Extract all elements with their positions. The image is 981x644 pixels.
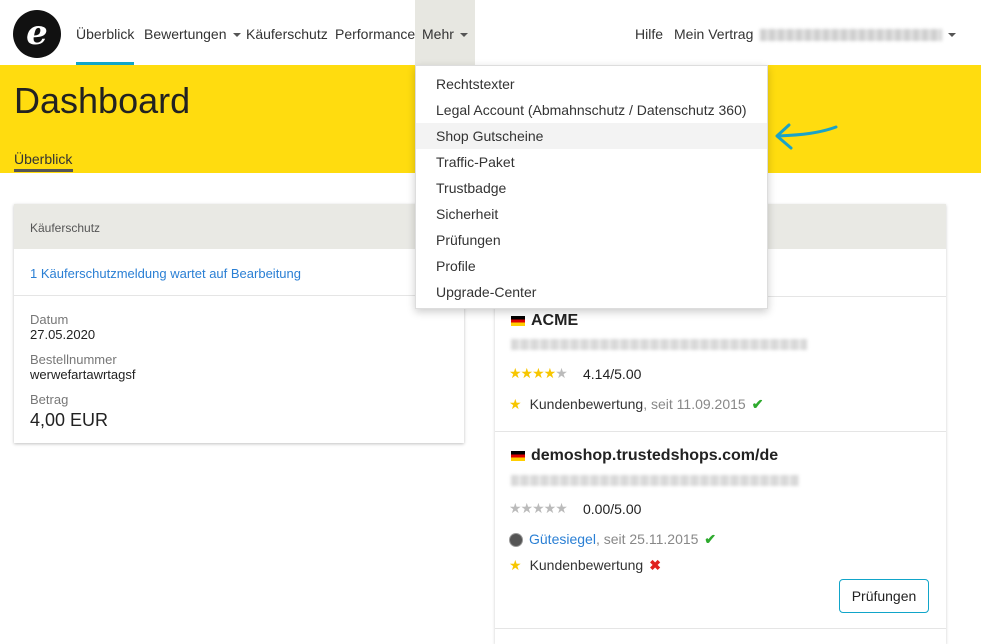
guetesiegel-row: Gütesiegel, seit 25.11.2015 ✔ bbox=[509, 531, 716, 548]
account-email-redacted bbox=[760, 29, 942, 42]
caret-down-icon bbox=[232, 33, 241, 38]
nav-kaeuferschutz-label: Käuferschutz bbox=[246, 26, 328, 42]
nav-mein-vertrag[interactable]: Mein Vertrag bbox=[674, 0, 753, 65]
shop-url-redacted bbox=[511, 475, 799, 486]
divider bbox=[14, 295, 464, 296]
tab-ueberblick[interactable]: Überblick bbox=[14, 151, 72, 167]
rating-value: 0.00/5.00 bbox=[583, 501, 642, 517]
nav-hilfe-label: Hilfe bbox=[635, 26, 664, 42]
shop-name[interactable]: ACME bbox=[511, 312, 578, 330]
kundenbewertung-row: ★ Kundenbewertung ✖ bbox=[509, 557, 661, 574]
card-title: Käuferschutz bbox=[30, 221, 101, 235]
menu-item-sicherheit[interactable]: Sicherheit bbox=[416, 201, 767, 227]
menu-item-upgrade-center[interactable]: Upgrade-Center bbox=[416, 279, 767, 305]
menu-item-legal-account[interactable]: Legal Account (Abmahnschutz / Datenschut… bbox=[416, 97, 767, 123]
annotation-arrow-icon bbox=[775, 123, 838, 150]
star-icon: ★ bbox=[509, 396, 522, 412]
nav-mehr-label: Mehr bbox=[422, 26, 454, 42]
trusted-shops-logo[interactable]: e bbox=[13, 10, 61, 58]
card-header: Käuferschutz bbox=[14, 204, 464, 249]
menu-item-profile[interactable]: Profile bbox=[416, 253, 767, 279]
nav-bewertungen[interactable]: Bewertungen bbox=[144, 0, 241, 65]
shop-name[interactable]: demoshop.trustedshops.com/de bbox=[511, 447, 778, 465]
germany-flag-icon bbox=[511, 450, 525, 461]
datum-value: 27.05.2020 bbox=[30, 327, 96, 342]
check-icon: ✔ bbox=[704, 531, 717, 547]
account-menu[interactable] bbox=[760, 0, 956, 65]
shop-url-redacted bbox=[511, 339, 807, 350]
since-date: , seit 11.09.2015 bbox=[643, 396, 746, 412]
bestellnummer-value: werwefartawrtagsf bbox=[30, 367, 136, 382]
nav-kaeuferschutz[interactable]: Käuferschutz bbox=[246, 0, 328, 65]
seal-icon bbox=[509, 533, 523, 548]
menu-item-pruefungen[interactable]: Prüfungen bbox=[416, 227, 767, 253]
nav-ueberblick[interactable]: Überblick bbox=[76, 0, 135, 65]
top-navigation: e Überblick Bewertungen Käuferschutz Per… bbox=[0, 0, 981, 65]
guetesiegel-link[interactable]: Gütesiegel bbox=[529, 531, 596, 547]
kundenbewertung-label: Kundenbewertung bbox=[529, 557, 644, 573]
rating-stars: ★★★★★ bbox=[509, 365, 568, 381]
divider bbox=[495, 628, 946, 629]
menu-item-shop-gutscheine[interactable]: Shop Gutscheine bbox=[416, 123, 767, 149]
menu-item-rechtstexter[interactable]: Rechtstexter bbox=[416, 71, 767, 97]
caret-down-icon bbox=[948, 33, 956, 38]
star-icon: ★ bbox=[509, 557, 522, 573]
pruefungen-button[interactable]: Prüfungen bbox=[839, 579, 929, 613]
betrag-value: 4,00 EUR bbox=[30, 410, 109, 430]
datum-label: Datum bbox=[30, 312, 69, 327]
kaeuferschutz-card: Käuferschutz 1 Käuferschutzmeldung warte… bbox=[14, 204, 464, 443]
mehr-dropdown-menu: Rechtstexter Legal Account (Abmahnschutz… bbox=[415, 65, 768, 309]
nav-ueberblick-label: Überblick bbox=[76, 26, 135, 42]
menu-item-trustbadge[interactable]: Trustbadge bbox=[416, 175, 767, 201]
nav-bewertungen-label: Bewertungen bbox=[144, 26, 227, 42]
nav-mein-vertrag-label: Mein Vertrag bbox=[674, 26, 754, 42]
nav-performance[interactable]: Performance bbox=[335, 0, 415, 65]
nav-performance-label: Performance bbox=[335, 26, 416, 42]
tab-active-indicator bbox=[14, 169, 73, 172]
nav-hilfe[interactable]: Hilfe bbox=[635, 0, 663, 65]
betrag-label: Betrag bbox=[30, 392, 69, 407]
germany-flag-icon bbox=[511, 315, 525, 326]
caret-down-icon bbox=[459, 33, 468, 38]
rating-value: 4.14/5.00 bbox=[583, 366, 642, 382]
cross-icon: ✖ bbox=[649, 557, 661, 573]
menu-item-traffic-paket[interactable]: Traffic-Paket bbox=[416, 149, 767, 175]
since-date: , seit 25.11.2015 bbox=[595, 531, 699, 547]
kundenbewertung-label: Kundenbewertung bbox=[529, 396, 644, 412]
kundenbewertung-row: ★ Kundenbewertung, seit 11.09.2015 ✔ bbox=[509, 396, 763, 413]
kaeuferschutz-pending-link[interactable]: 1 Käuferschutzmeldung wartet auf Bearbei… bbox=[30, 266, 301, 281]
check-icon: ✔ bbox=[751, 396, 764, 412]
page-title: Dashboard bbox=[14, 80, 191, 121]
rating-stars: ★★★★★ bbox=[509, 500, 568, 516]
nav-mehr[interactable]: Mehr bbox=[415, 0, 475, 65]
bestellnummer-label: Bestellnummer bbox=[30, 352, 117, 367]
divider bbox=[495, 431, 946, 432]
